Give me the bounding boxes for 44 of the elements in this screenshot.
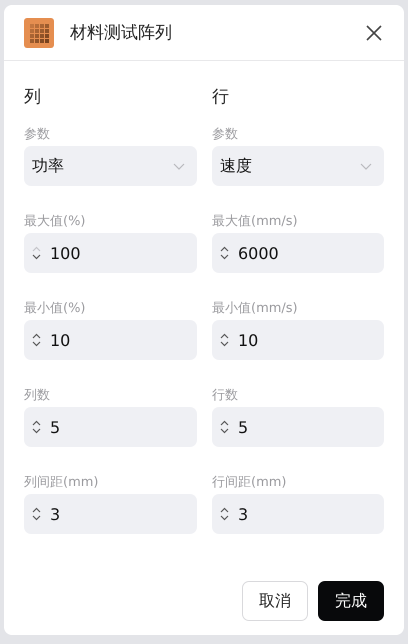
parameter-select[interactable]: 速度: [212, 146, 384, 186]
number-field[interactable]: 100: [24, 233, 197, 273]
decrement-icon[interactable]: [220, 428, 229, 434]
section-heading: 列: [24, 86, 42, 109]
number-field[interactable]: 5: [212, 407, 384, 447]
field-label: 最大值(%): [24, 213, 86, 231]
number-field[interactable]: 10: [24, 320, 197, 360]
field-label: 最小值(%): [24, 300, 86, 318]
confirm-button[interactable]: 完成: [318, 581, 384, 621]
number-field[interactable]: 5: [24, 407, 197, 447]
dialog-title: 材料测试阵列: [70, 22, 173, 44]
decrement-icon[interactable]: [32, 515, 41, 521]
cancel-button[interactable]: 取消: [242, 581, 308, 621]
increment-icon[interactable]: [220, 507, 229, 513]
increment-icon[interactable]: [220, 420, 229, 426]
decrement-icon[interactable]: [220, 515, 229, 521]
field-label: 参数: [24, 126, 51, 144]
field-label: 参数: [212, 126, 239, 144]
decrement-icon[interactable]: [32, 254, 41, 260]
decrement-icon[interactable]: [32, 428, 41, 434]
increment-icon[interactable]: [32, 333, 41, 339]
decrement-icon[interactable]: [220, 254, 229, 260]
field-label: 列间距(mm): [24, 474, 100, 492]
field-label: 最小值(mm/s): [212, 300, 299, 318]
increment-icon[interactable]: [32, 507, 41, 513]
field-label: 最大值(mm/s): [212, 213, 299, 231]
decrement-icon[interactable]: [32, 341, 41, 347]
decrement-icon[interactable]: [220, 341, 229, 347]
chevron-down-icon: [360, 162, 372, 170]
field-label: 行数: [212, 387, 239, 405]
number-field[interactable]: 10: [212, 320, 384, 360]
chevron-down-icon: [173, 162, 185, 170]
number-field[interactable]: 6000: [212, 233, 384, 273]
field-label: 行间距(mm): [212, 474, 288, 492]
section-heading: 行: [212, 86, 230, 109]
increment-icon[interactable]: [220, 333, 229, 339]
grid-logo-icon: [24, 18, 54, 48]
number-field[interactable]: 3: [24, 494, 197, 534]
increment-icon[interactable]: [32, 420, 41, 426]
field-label: 列数: [24, 387, 51, 405]
parameter-select[interactable]: 功率: [24, 146, 197, 186]
number-field[interactable]: 3: [212, 494, 384, 534]
close-button[interactable]: [364, 22, 384, 42]
increment-icon[interactable]: [220, 246, 229, 252]
